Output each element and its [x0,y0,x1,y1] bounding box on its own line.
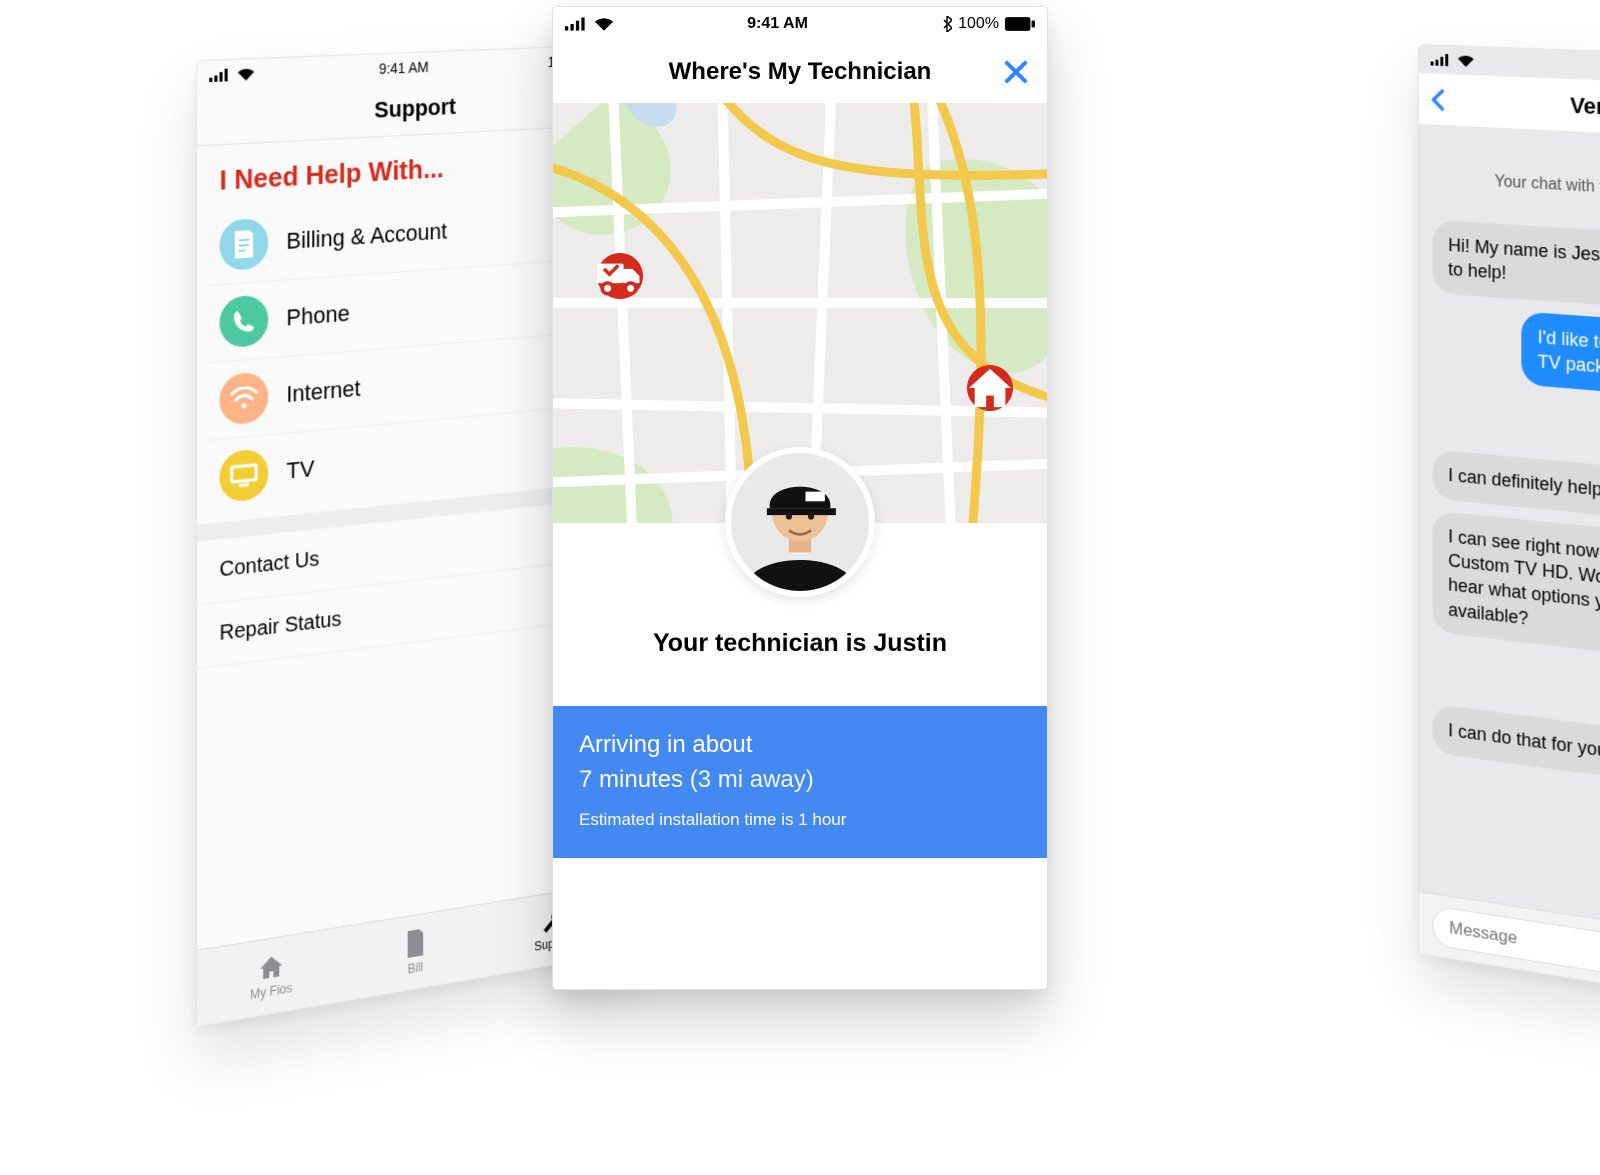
battery-icon [1005,17,1035,31]
status-time: 9:41 AM [747,15,808,33]
cellular-icon [209,68,231,82]
signal-cluster [565,17,613,31]
message-input[interactable] [1433,905,1600,1002]
technician-screen-wrap: 9:41 AM 100% Where's My Technician [552,6,1048,990]
internet-icon [219,371,268,426]
technician-avatar [725,447,875,597]
billing-icon [219,217,268,271]
cellular-icon [565,17,589,31]
category-label: Internet [286,375,360,409]
eta-distance: (3 mi away) [690,766,814,793]
wifi-icon [595,17,613,31]
cellular-icon [1431,53,1452,66]
close-icon[interactable] [1003,59,1029,85]
chat-bubble-agent: I can do that for you. [1433,704,1600,779]
battery-percent: 100% [958,15,999,33]
eta-banner: Arriving in about 7 minutes (3 mi away) … [553,706,1047,858]
chat-nav-title: Verizon Chat [1570,92,1600,125]
category-label: Phone [286,300,349,332]
back-icon[interactable] [1431,88,1445,111]
showcase-stage: 9:41 AM 100% Support I Need Help With... [160,0,1440,1010]
technician-navbar: Where's My Technician [553,41,1047,103]
category-label: TV [286,455,314,485]
tab-bill[interactable]: Bill [375,923,456,982]
phone-icon [219,294,268,348]
chat-scroll-area[interactable]: fios Your chat with the agent has connec… [1419,125,1600,960]
truck-pin-icon [597,253,643,299]
wifi-icon [238,68,254,81]
tab-label: Bill [408,959,423,976]
eta-minutes: 7 minutes [579,766,683,793]
battery-cluster: 100% [942,15,1035,33]
bluetooth-icon [942,16,952,32]
eta-install-time: Estimated installation time is 1 hour [579,810,1021,830]
wifi-icon [1458,54,1474,67]
signal-cluster [209,68,254,83]
status-time: 9:41 AM [379,59,429,78]
chat-screen: 9:41 AM 100% Verizon Chat End Chat ⋮ fio… [1418,44,1600,1028]
eta-prefix: Arriving in about [579,731,752,758]
technician-name-line: Your technician is Justin [653,629,947,658]
eta-line-1: Arriving in about 7 minutes (3 mi away) [579,728,1021,798]
tab-label: My Fios [250,980,292,1002]
home-icon [258,952,284,982]
home-pin-icon [967,365,1013,411]
status-bar: 9:41 AM 100% [553,7,1047,41]
signal-cluster [1431,53,1474,67]
tv-icon [219,448,268,503]
category-label: Billing & Account [286,218,447,255]
technician-card: Your technician is Justin [553,523,1047,706]
bill-icon [405,928,426,958]
support-nav-title: Support [374,93,456,124]
technician-nav-title: Where's My Technician [669,58,932,86]
tab-my-fios[interactable]: My Fios [229,947,314,1005]
technician-screen: 9:41 AM 100% Where's My Technician [552,6,1048,990]
